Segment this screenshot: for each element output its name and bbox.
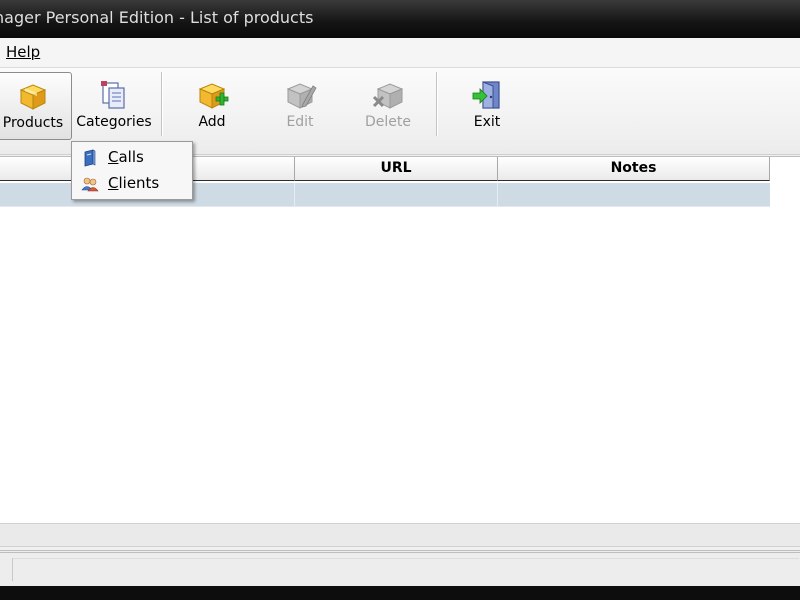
- add-box-icon: [195, 78, 229, 112]
- exit-door-icon: [470, 78, 504, 112]
- menu-item-calls-label: alls: [118, 148, 144, 166]
- column-header-notes[interactable]: Notes: [498, 157, 770, 181]
- cell-divider: [497, 183, 498, 206]
- exit-button[interactable]: Exit: [451, 72, 523, 138]
- edit-box-icon: [283, 78, 317, 112]
- status-panel: [12, 558, 799, 581]
- documents-icon: [97, 78, 131, 112]
- toolbar-separator: [161, 72, 163, 136]
- products-grid[interactable]: URL Notes: [0, 156, 800, 524]
- menu-help[interactable]: Help: [6, 43, 40, 61]
- products-button[interactable]: Products: [0, 72, 72, 140]
- add-button-label: Add: [198, 114, 226, 130]
- categories-button[interactable]: Categories: [75, 72, 153, 138]
- menu-item-calls-accel: C: [108, 148, 119, 166]
- column-header-url[interactable]: URL: [295, 157, 498, 181]
- cell-divider: [294, 183, 295, 206]
- edit-button[interactable]: Edit: [264, 72, 336, 138]
- menu-item-clients[interactable]: Clients: [72, 171, 192, 195]
- delete-button-label: Delete: [365, 114, 411, 130]
- toolbar-separator: [436, 72, 438, 136]
- title-bar[interactable]: nager Personal Edition - List of product…: [0, 0, 800, 38]
- people-icon: [81, 175, 99, 193]
- delete-box-icon: [371, 78, 405, 112]
- exit-button-label: Exit: [473, 114, 501, 130]
- main-window: Help Products Categories Add Edit Delete…: [0, 38, 800, 589]
- delete-button[interactable]: Delete: [352, 72, 424, 138]
- add-button[interactable]: Add: [176, 72, 248, 138]
- categories-button-label: Categories: [76, 114, 152, 130]
- box-icon: [16, 79, 50, 113]
- status-bar: [0, 550, 800, 589]
- menu-bar: Help: [0, 38, 800, 68]
- window-title: nager Personal Edition - List of product…: [0, 8, 314, 27]
- horizontal-scrollbar[interactable]: [0, 523, 800, 547]
- book-icon: [81, 149, 99, 167]
- categories-dropdown-menu: Calls Clients: [71, 141, 193, 200]
- menu-item-clients-accel: C: [108, 174, 119, 192]
- column-header[interactable]: [0, 157, 70, 181]
- edit-button-label: Edit: [286, 114, 314, 130]
- menu-item-clients-label: lients: [118, 174, 160, 192]
- products-button-label: Products: [2, 115, 64, 131]
- menu-item-calls[interactable]: Calls: [72, 145, 192, 169]
- window-bottom-frame: [0, 586, 800, 600]
